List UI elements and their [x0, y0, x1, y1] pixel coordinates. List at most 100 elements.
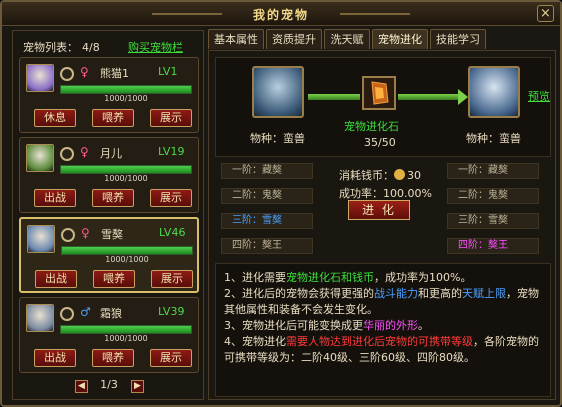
cost-value: 30	[407, 169, 421, 182]
hp-bar	[61, 246, 193, 255]
page-indicator: 1/3	[100, 378, 118, 391]
tab-aptitude[interactable]: 资质提升	[266, 29, 322, 49]
pet-level: LV19	[158, 145, 185, 158]
pet-show-button[interactable]: 展示	[151, 270, 193, 288]
buy-pet-slot-link[interactable]: 购买宠物栏	[128, 39, 183, 55]
pet-status-icon	[60, 67, 74, 81]
pet-show-button[interactable]: 展示	[150, 189, 192, 207]
info-highlight: 天赋上限	[462, 287, 506, 300]
gender-icon: ♀	[80, 145, 89, 159]
pet-action-button[interactable]: 休息	[34, 109, 76, 127]
info-highlight: 需要人物达到进化后宠物的可携带等级	[286, 335, 473, 348]
stage-right-3: 三阶：雪獒	[447, 213, 539, 229]
stage-right-2: 二阶：鬼獒	[447, 188, 539, 204]
info-text: 。	[418, 319, 429, 332]
close-button[interactable]: ×	[537, 5, 554, 22]
hp-bar-fill	[62, 247, 192, 254]
pet-list-panel: 宠物列表： 4/8 购买宠物栏 ♀ 熊猫1 LV1 1000/1000 休息 喂养 展示 ♀ 月儿…	[12, 30, 204, 400]
info-line-3: 3、宠物进化后可能变换成更华丽的外形。	[224, 318, 542, 334]
pet-feed-button[interactable]: 喂养	[93, 270, 135, 288]
pet-feed-button[interactable]: 喂养	[92, 109, 134, 127]
info-text: 4、宠物进化	[224, 335, 286, 348]
tab-basic-attributes[interactable]: 基本属性	[208, 29, 264, 49]
cost-label: 消耗钱币：	[339, 169, 394, 182]
success-rate-label: 成功率：	[339, 187, 383, 200]
evolution-info-text: 1、进化需要宠物进化石和钱币，成功率为100%。 2、进化后的宠物会获得更强的战…	[215, 263, 551, 397]
coin-icon	[394, 169, 405, 180]
success-rate-value: 100.00%	[383, 187, 432, 200]
stage-left-4: 四阶：獒王	[221, 238, 313, 254]
hp-text: 1000/1000	[105, 255, 149, 264]
pet-window: 我的宠物 × 宠物列表： 4/8 购买宠物栏 ♀ 熊猫1 LV1 1000/1000 休息…	[0, 0, 562, 407]
current-pet-portrait	[252, 66, 304, 118]
pet-status-icon	[60, 307, 74, 321]
info-line-2: 2、进化后的宠物会获得更强的战斗能力和更高的天赋上限，宠物其他属性和装备不会发生…	[224, 286, 542, 318]
stage-left-3-current: 三阶：雪獒	[221, 213, 313, 229]
hp-text: 1000/1000	[104, 174, 148, 183]
info-text: 3、宠物进化后可能变换成更	[224, 319, 363, 332]
pet-feed-button[interactable]: 喂养	[92, 349, 134, 367]
info-highlight: 战斗能力	[374, 287, 418, 300]
arrow-right	[398, 94, 462, 100]
pet-list-label: 宠物列表：	[23, 41, 78, 54]
tab-skill-learn[interactable]: 技能学习	[430, 29, 486, 49]
info-text: 和更高的	[418, 287, 462, 300]
gender-icon: ♀	[80, 65, 89, 79]
pet-level: LV46	[159, 226, 186, 239]
info-text: 2、进化后的宠物会获得更强的	[224, 287, 374, 300]
pet-show-button[interactable]: 展示	[150, 109, 192, 127]
pet-name: 雪獒	[101, 228, 123, 241]
pet-name: 熊猫1	[100, 67, 129, 80]
current-species-label: 物种：蛮兽	[250, 132, 305, 145]
hp-bar-fill	[61, 86, 191, 93]
info-highlight: 华丽的外形	[363, 319, 418, 332]
window-title: 我的宠物	[252, 8, 309, 22]
tab-talent-wash[interactable]: 洗天赋	[324, 29, 370, 49]
evolved-pet-portrait	[468, 66, 520, 118]
hp-bar-fill	[61, 326, 191, 333]
pet-name: 霜狼	[100, 307, 122, 320]
stage-left-1: 一阶：藏獒	[221, 163, 313, 179]
evolution-panel: 物种：蛮兽 宠物进化石 35/50 物种：蛮兽 预览 一阶：藏獒 二阶：鬼獒 三…	[208, 50, 556, 400]
pet-card[interactable]: ♀ 熊猫1 LV1 1000/1000 休息 喂养 展示	[19, 57, 199, 133]
pet-avatar	[26, 304, 54, 332]
pet-feed-button[interactable]: 喂养	[92, 189, 134, 207]
stage-right-1: 一阶：藏獒	[447, 163, 539, 179]
gender-icon: ♀	[81, 226, 90, 240]
pet-name: 月儿	[100, 147, 122, 160]
pet-avatar	[26, 144, 54, 172]
arrow-left	[308, 94, 360, 100]
info-line-4: 4、宠物进化需要人物达到进化后宠物的可携带等级，各阶宠物的可携带等级为：二阶40…	[224, 334, 542, 366]
pet-show-button[interactable]: 展示	[150, 349, 192, 367]
pet-action-button[interactable]: 出战	[34, 349, 76, 367]
evolution-preview: 物种：蛮兽 宠物进化石 35/50 物种：蛮兽 预览	[215, 57, 551, 157]
evolution-stone-count: 35/50	[364, 136, 396, 149]
pet-card[interactable]: ♀ 雪獒 LV46 1000/1000 出战 喂养 展示	[19, 217, 199, 293]
title-bar: 我的宠物 ×	[2, 2, 560, 26]
next-page-button[interactable]: ▶	[131, 380, 144, 393]
pet-list-header: 宠物列表： 4/8	[23, 39, 100, 55]
hp-bar	[60, 165, 192, 174]
title-ornament-right	[340, 13, 410, 15]
pet-card[interactable]: ♂ 霜狼 LV39 1000/1000 出战 喂养 展示	[19, 297, 199, 373]
pet-card[interactable]: ♀ 月儿 LV19 1000/1000 出战 喂养 展示	[19, 137, 199, 213]
arrow-head-icon	[458, 89, 468, 105]
evolve-button[interactable]: 进 化	[348, 200, 410, 220]
pet-level: LV1	[158, 65, 178, 78]
evolved-species-label: 物种：蛮兽	[466, 132, 521, 145]
pet-level: LV39	[158, 305, 185, 318]
hp-bar-fill	[61, 166, 191, 173]
pet-action-button[interactable]: 出战	[35, 270, 77, 288]
info-line-1: 1、进化需要宠物进化石和钱币，成功率为100%。	[224, 270, 542, 286]
gender-icon: ♂	[80, 305, 91, 319]
hp-bar	[60, 325, 192, 334]
tab-evolution[interactable]: 宠物进化	[372, 29, 428, 49]
pet-avatar	[26, 64, 54, 92]
evolution-stone-label: 宠物进化石	[344, 120, 399, 133]
info-highlight: 宠物进化石和钱币	[286, 271, 374, 284]
hp-text: 1000/1000	[104, 334, 148, 343]
hp-bar	[60, 85, 192, 94]
pet-action-button[interactable]: 出战	[34, 189, 76, 207]
pet-status-icon	[60, 147, 74, 161]
preview-link[interactable]: 预览	[528, 88, 550, 104]
